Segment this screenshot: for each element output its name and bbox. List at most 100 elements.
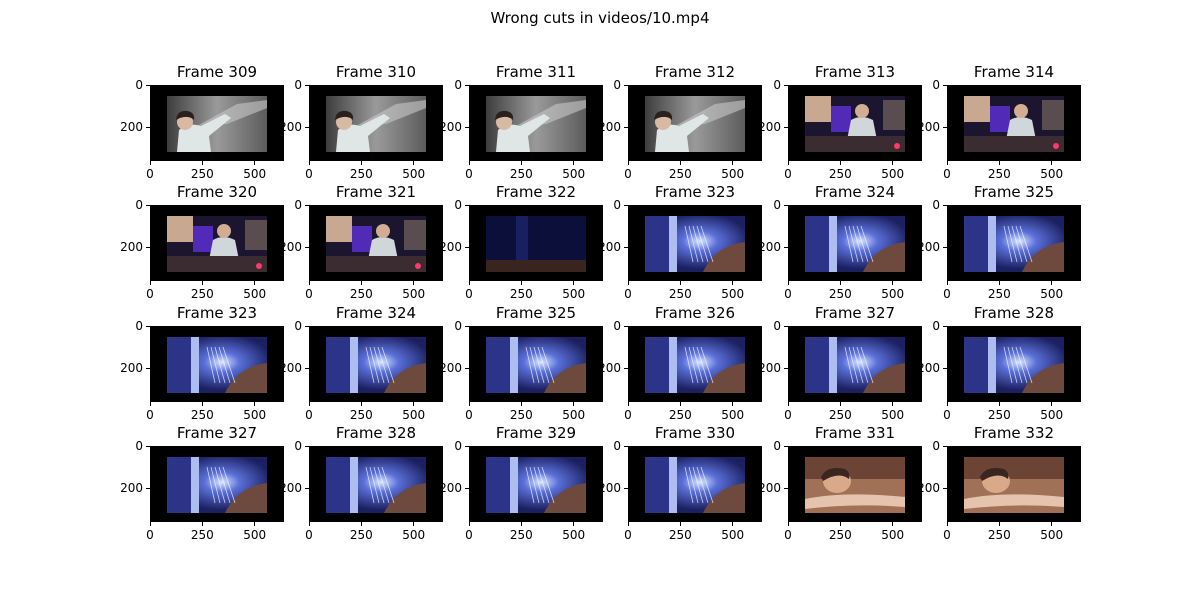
x-tick: [946, 402, 948, 406]
frame-thumbnail: [964, 96, 1064, 152]
person-face: [855, 104, 869, 118]
x-tick: [254, 522, 256, 526]
x-tick: [1051, 402, 1053, 406]
x-tick: [520, 402, 522, 406]
desk: [964, 136, 1064, 152]
y-tick: [624, 126, 628, 128]
y-tick: [146, 84, 150, 86]
y-tick: [624, 84, 628, 86]
x-tick: [732, 402, 734, 406]
x-tick-label: 500: [1040, 528, 1064, 542]
x-tick-label: 500: [562, 408, 586, 422]
desk: [167, 256, 267, 272]
image-axes: [788, 446, 922, 522]
image-axes: [788, 205, 922, 281]
x-tick: [468, 281, 470, 285]
x-tick-label: 500: [562, 167, 586, 181]
left-wall: [167, 337, 191, 393]
x-tick: [573, 402, 575, 406]
subplot-panel: Frame 314 0 250 500 0 200: [917, 63, 1081, 181]
y-tick: [305, 246, 309, 248]
image-axes: [309, 205, 443, 281]
x-tick-label: 500: [243, 167, 267, 181]
y-tick-label: 0: [454, 319, 462, 333]
x-tick-label: 250: [509, 408, 533, 422]
y-tick: [784, 367, 788, 369]
frame-thumbnail: [645, 216, 745, 272]
x-tick-label: 0: [624, 287, 632, 301]
y-tick: [784, 126, 788, 128]
figure-title: Wrong cuts in videos/10.mp4: [490, 9, 710, 27]
x-tick-label: 250: [190, 528, 214, 542]
x-tick: [787, 522, 789, 526]
x-tick: [679, 402, 681, 406]
light-strip: [829, 337, 837, 393]
y-tick: [305, 204, 309, 206]
subplot-panel: Frame 312 0 250 500 0 200: [598, 63, 762, 181]
x-tick: [468, 402, 470, 406]
subplot-panel: Frame 327 0 250 500 0 200: [120, 424, 284, 542]
red-light: [415, 263, 421, 269]
wall-panel: [326, 216, 352, 242]
image-axes: [947, 85, 1081, 161]
x-tick-label: 250: [349, 287, 373, 301]
x-tick-label: 500: [881, 408, 905, 422]
x-tick: [573, 522, 575, 526]
x-tick-label: 0: [146, 408, 154, 422]
x-tick-label: 500: [881, 528, 905, 542]
x-tick: [839, 281, 841, 285]
x-tick-label: 0: [624, 528, 632, 542]
frame-thumbnail: [486, 457, 586, 513]
frame-thumbnail: [167, 96, 267, 152]
x-tick-label: 500: [1040, 287, 1064, 301]
frame-thumbnail: [167, 216, 267, 272]
y-tick: [784, 487, 788, 489]
left-wall: [326, 457, 350, 513]
image-axes: [309, 326, 443, 402]
x-tick: [998, 402, 1000, 406]
subplot-panel: Frame 324 0 250 500 0 200: [279, 304, 443, 422]
y-tick-label: 200: [598, 481, 621, 496]
x-tick-label: 500: [243, 287, 267, 301]
x-tick-label: 0: [943, 167, 951, 181]
red-light: [256, 263, 262, 269]
y-tick: [784, 325, 788, 327]
x-tick-label: 500: [243, 528, 267, 542]
y-tick: [943, 84, 947, 86]
x-tick-label: 250: [987, 287, 1011, 301]
x-tick-label: 250: [828, 528, 852, 542]
y-tick-label: 200: [917, 240, 940, 255]
y-tick: [943, 445, 947, 447]
frame-thumbnail: [326, 337, 426, 393]
image-axes: [469, 326, 603, 402]
frame-thumbnail: [326, 216, 426, 272]
x-tick-label: 0: [305, 167, 313, 181]
x-tick: [520, 522, 522, 526]
frame-thumbnail: [645, 337, 745, 393]
x-tick-label: 0: [146, 167, 154, 181]
x-tick: [679, 161, 681, 165]
x-tick: [413, 402, 415, 406]
x-tick: [413, 281, 415, 285]
y-tick-label: 0: [613, 439, 621, 453]
y-tick-label: 0: [613, 198, 621, 212]
left-wall: [645, 337, 669, 393]
subplot-title: Frame 325: [973, 183, 1055, 201]
y-tick-label: 200: [758, 481, 781, 496]
x-tick: [308, 161, 310, 165]
light-strip: [350, 457, 358, 513]
y-tick-label: 200: [917, 361, 940, 376]
purple-light: [352, 226, 372, 252]
background-wall: [964, 457, 1064, 479]
subplot-title: Frame 314: [973, 63, 1055, 81]
door: [404, 220, 426, 250]
x-tick-label: 500: [243, 408, 267, 422]
x-tick: [149, 402, 151, 406]
y-tick-label: 200: [598, 120, 621, 135]
x-tick-label: 500: [721, 408, 745, 422]
y-tick: [943, 487, 947, 489]
y-tick-label: 200: [598, 361, 621, 376]
x-tick-label: 250: [828, 408, 852, 422]
x-tick: [201, 402, 203, 406]
x-tick: [946, 522, 948, 526]
